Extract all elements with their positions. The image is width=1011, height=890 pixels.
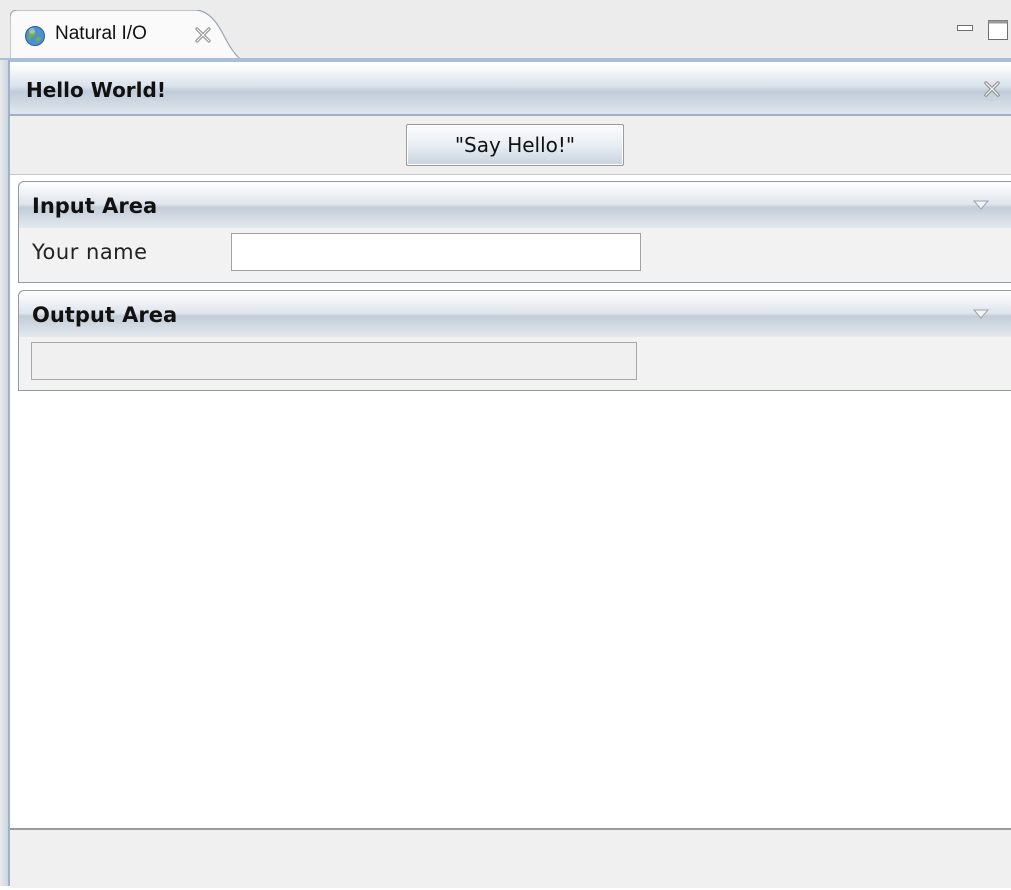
output-area-title: Output Area (32, 303, 178, 327)
maximize-icon[interactable] (988, 20, 1008, 40)
minimize-icon[interactable] (957, 20, 973, 31)
your-name-label: Your name (32, 240, 148, 264)
close-icon[interactable] (194, 26, 212, 44)
input-area-title: Input Area (32, 194, 158, 218)
close-icon[interactable] (982, 79, 1002, 99)
status-bar (10, 828, 1011, 888)
page-title: Hello World! (26, 78, 166, 102)
left-border-line (8, 60, 10, 886)
output-area-section: Output Area (18, 290, 1011, 391)
say-hello-button[interactable]: "Say Hello!" (406, 124, 624, 166)
triangle-down-icon[interactable] (972, 305, 990, 319)
page-header: Hello World! (10, 64, 1011, 116)
globe-icon (24, 25, 46, 47)
output-area-header[interactable]: Output Area (19, 291, 1011, 337)
output-field (31, 342, 637, 380)
tab-label: Natural I/O (55, 23, 147, 44)
input-area-header[interactable]: Input Area (19, 182, 1011, 228)
triangle-down-icon[interactable] (972, 196, 990, 210)
toolbar: "Say Hello!" (10, 116, 1011, 175)
tab-natural-io[interactable]: Natural I/O (10, 10, 242, 60)
tab-strip: Natural I/O (0, 0, 1011, 60)
input-area-section: Input Area Your name (18, 181, 1011, 283)
your-name-input[interactable] (231, 233, 641, 271)
